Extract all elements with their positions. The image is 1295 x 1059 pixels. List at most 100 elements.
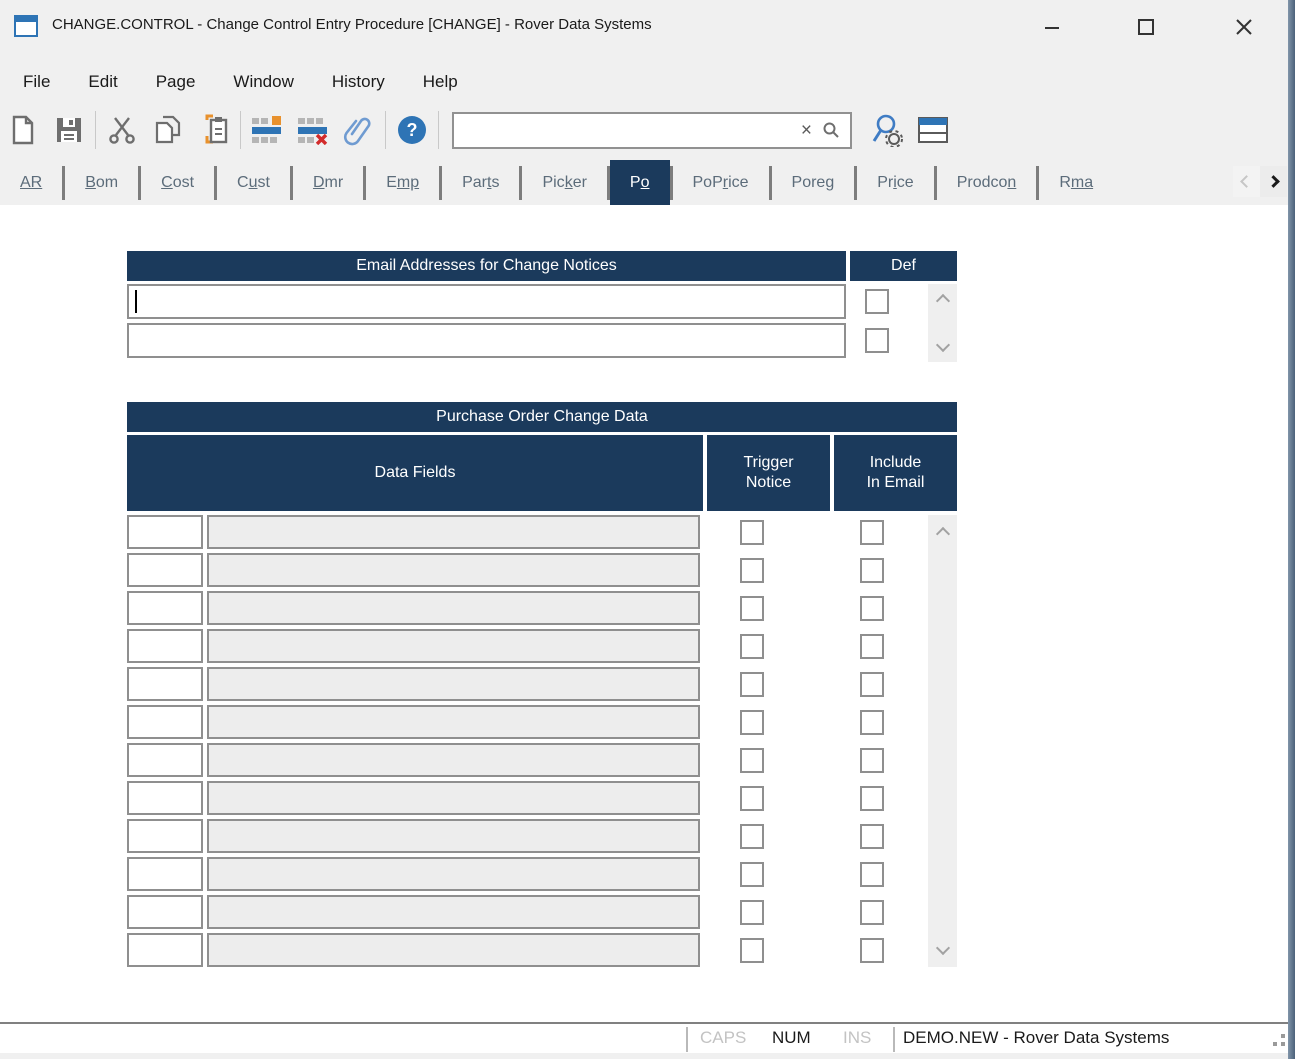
include-in-email-checkbox[interactable] <box>860 938 884 963</box>
tab-bom[interactable]: Bom <box>65 160 138 205</box>
tab-po[interactable]: Po <box>609 160 670 205</box>
include-in-email-checkbox[interactable] <box>860 634 884 659</box>
email-address-input-2[interactable] <box>129 325 844 356</box>
menu-window[interactable]: Window <box>214 60 312 104</box>
resize-grip[interactable] <box>1281 1042 1285 1046</box>
trigger-notice-checkbox[interactable] <box>740 938 764 963</box>
tab-prodcon[interactable]: Prodco n <box>937 160 1037 205</box>
num-indicator: NUM <box>772 1028 811 1047</box>
tab-emp[interactable]: Emp <box>366 160 439 205</box>
tab-poreg[interactable]: Pore g <box>772 160 855 205</box>
email-addresses-table: Email Addresses for Change Notices Def <box>127 251 957 362</box>
po-table-body <box>127 515 957 971</box>
advanced-search-button[interactable] <box>864 108 910 152</box>
email-address-input-1[interactable] <box>129 286 844 317</box>
tab-scroll-right-button[interactable] <box>1260 166 1287 197</box>
trigger-notice-checkbox[interactable] <box>740 710 764 735</box>
cut-button[interactable] <box>99 108 145 152</box>
tab-picker[interactable]: Pic k er <box>522 160 606 205</box>
include-in-email-checkbox[interactable] <box>860 900 884 925</box>
status-bar: CAPS NUM INS DEMO.NEW - Rover Data Syste… <box>0 1022 1295 1053</box>
trigger-notice-checkbox[interactable] <box>740 558 764 583</box>
menu-history[interactable]: History <box>313 60 404 104</box>
window-layout-icon <box>918 117 948 143</box>
save-button[interactable] <box>46 108 92 152</box>
paste-button[interactable] <box>191 108 237 152</box>
field-code-cell <box>127 857 203 891</box>
tab-price[interactable]: Pr i ce <box>857 160 933 205</box>
trigger-notice-checkbox[interactable] <box>740 824 764 849</box>
field-code-input[interactable] <box>129 517 201 547</box>
trigger-notice-checkbox[interactable] <box>740 634 764 659</box>
search-input[interactable] <box>454 113 793 147</box>
attachment-button[interactable] <box>336 108 382 152</box>
menu-bar: File Edit Page Window History Help <box>4 60 477 104</box>
trigger-notice-checkbox[interactable] <box>740 900 764 925</box>
scroll-down-icon[interactable] <box>935 940 950 956</box>
field-code-input[interactable] <box>129 593 201 623</box>
field-code-input[interactable] <box>129 821 201 851</box>
field-code-input[interactable] <box>129 783 201 813</box>
field-code-cell <box>127 705 203 739</box>
menu-edit[interactable]: Edit <box>69 60 136 104</box>
menu-file[interactable]: File <box>4 60 69 104</box>
field-name-cell <box>207 515 700 549</box>
tab-dmr[interactable]: Dmr <box>293 160 363 205</box>
include-in-email-checkbox[interactable] <box>860 824 884 849</box>
tab-ar[interactable]: AR <box>0 160 62 205</box>
insert-row-button[interactable] <box>244 108 290 152</box>
search-clear-icon[interactable]: × <box>793 121 820 140</box>
include-in-email-checkbox[interactable] <box>860 596 884 621</box>
search-icon[interactable] <box>820 121 850 139</box>
field-name-cell <box>207 629 700 663</box>
tab-poprice[interactable]: PoP r ice <box>673 160 769 205</box>
scroll-up-icon[interactable] <box>935 293 950 309</box>
include-in-email-checkbox[interactable] <box>860 862 884 887</box>
field-code-input[interactable] <box>129 707 201 737</box>
minimize-button[interactable] <box>1022 0 1082 54</box>
include-in-email-checkbox[interactable] <box>860 558 884 583</box>
po-scrollbar[interactable] <box>928 515 957 967</box>
tab-cost[interactable]: Cost <box>141 160 214 205</box>
window-layout-button[interactable] <box>910 108 956 152</box>
tab-cust[interactable]: Cu st <box>217 160 290 205</box>
include-in-email-checkbox[interactable] <box>860 672 884 697</box>
include-in-email-checkbox[interactable] <box>860 748 884 773</box>
scroll-down-icon[interactable] <box>935 337 950 353</box>
field-code-input[interactable] <box>129 897 201 927</box>
field-code-input[interactable] <box>129 555 201 585</box>
tab-rma[interactable]: Rma <box>1039 160 1113 205</box>
email-scrollbar[interactable] <box>928 284 957 362</box>
tab-scroll-left-button[interactable] <box>1233 166 1260 197</box>
po-row-10 <box>127 857 957 895</box>
scroll-up-icon[interactable] <box>935 526 950 542</box>
chevron-left-icon <box>1240 175 1253 188</box>
close-button[interactable] <box>1214 0 1274 54</box>
field-code-input[interactable] <box>129 745 201 775</box>
trigger-notice-checkbox[interactable] <box>740 596 764 621</box>
def-checkbox-2[interactable] <box>865 328 889 353</box>
def-checkbox-1[interactable] <box>865 289 889 314</box>
field-code-cell <box>127 515 203 549</box>
include-in-email-checkbox[interactable] <box>860 520 884 545</box>
field-code-input[interactable] <box>129 859 201 889</box>
delete-row-button[interactable] <box>290 108 336 152</box>
maximize-button[interactable] <box>1116 0 1176 54</box>
help-button[interactable]: ? <box>389 108 435 152</box>
trigger-notice-checkbox[interactable] <box>740 786 764 811</box>
include-in-email-checkbox[interactable] <box>860 710 884 735</box>
title-bar: CHANGE.CONTROL - Change Control Entry Pr… <box>0 0 1295 54</box>
trigger-notice-checkbox[interactable] <box>740 520 764 545</box>
new-document-button[interactable] <box>0 108 46 152</box>
menu-help[interactable]: Help <box>404 60 477 104</box>
include-in-email-checkbox[interactable] <box>860 786 884 811</box>
field-code-input[interactable] <box>129 631 201 661</box>
field-code-input[interactable] <box>129 935 201 965</box>
trigger-notice-checkbox[interactable] <box>740 672 764 697</box>
tab-parts[interactable]: Par t s <box>442 160 519 205</box>
trigger-notice-checkbox[interactable] <box>740 862 764 887</box>
field-code-input[interactable] <box>129 669 201 699</box>
copy-button[interactable] <box>145 108 191 152</box>
menu-page[interactable]: Page <box>137 60 215 104</box>
trigger-notice-checkbox[interactable] <box>740 748 764 773</box>
